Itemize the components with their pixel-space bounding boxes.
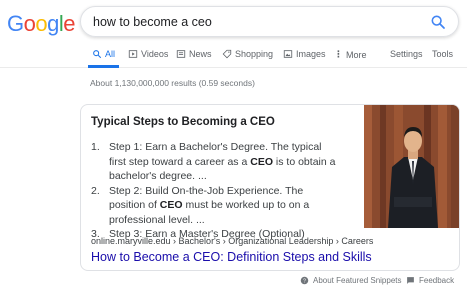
tab-label: More	[346, 49, 367, 60]
list-item: 1. Step 1: Earn a Bachelor's Degree. The…	[91, 140, 341, 184]
tab-all[interactable]: All	[92, 49, 115, 59]
logo-letter: o	[23, 11, 36, 36]
tab-shopping[interactable]: Shopping	[222, 49, 273, 59]
tab-news[interactable]: News	[176, 49, 212, 59]
step-bold: CEO	[159, 199, 183, 211]
svg-text:?: ?	[303, 278, 306, 284]
image-icon	[283, 50, 293, 58]
tab-label: Videos	[141, 49, 169, 59]
help-icon: ?	[300, 276, 309, 284]
search-icon	[93, 50, 102, 59]
settings-link[interactable]: Settings	[390, 49, 423, 59]
logo-letter: g	[47, 11, 59, 36]
snippet-photo[interactable]	[364, 105, 459, 228]
snippet-steps: 1. Step 1: Earn a Bachelor's Degree. The…	[91, 140, 341, 242]
active-tab-indicator	[88, 65, 119, 68]
feedback-link[interactable]: Feedback	[406, 276, 454, 285]
tab-label: All	[105, 49, 116, 59]
search-input[interactable]: how to become a ceo	[93, 15, 212, 29]
step-number: 2.	[91, 184, 100, 197]
logo-letter: G	[7, 11, 24, 36]
search-tabs: All Videos News Shopping Images ⋮ More S…	[0, 44, 467, 68]
step-bold: CEO	[250, 155, 273, 168]
about-featured-snippets[interactable]: ? About Featured Snippets	[300, 276, 402, 285]
featured-snippet: Typical Steps to Becoming a CEO 1. Step …	[80, 104, 460, 271]
search-icon[interactable]	[430, 14, 446, 30]
result-stats: About 1,130,000,000 results (0.59 second…	[90, 78, 255, 88]
list-item: 2. Step 2: Build On-the-Job Experience. …	[91, 184, 341, 228]
tab-label: Shopping	[235, 49, 274, 59]
video-icon	[128, 50, 138, 58]
tab-videos[interactable]: Videos	[128, 49, 168, 59]
step-number: 1.	[91, 141, 100, 153]
tab-label: News	[189, 49, 212, 59]
tools-label: Tools	[432, 49, 454, 59]
tab-images[interactable]: Images	[283, 49, 326, 59]
tab-more[interactable]: ⋮ More	[334, 49, 367, 60]
search-box[interactable]: how to become a ceo	[80, 6, 459, 37]
tools-link[interactable]: Tools	[432, 49, 453, 59]
google-logo[interactable]: Google	[7, 11, 76, 37]
tag-icon	[222, 49, 232, 59]
result-breadcrumb[interactable]: online.maryville.edu › Bachelor's › Orga…	[91, 236, 373, 246]
about-label: About Featured Snippets	[313, 276, 402, 285]
news-icon	[176, 50, 186, 58]
logo-letter: o	[35, 11, 48, 36]
result-title-link[interactable]: How to Become a CEO: Definition Steps an…	[91, 250, 372, 264]
settings-label: Settings	[390, 49, 423, 59]
logo-letter: e	[63, 11, 76, 36]
snippet-title: Typical Steps to Becoming a CEO	[91, 116, 275, 128]
feedback-label: Feedback	[419, 276, 455, 285]
feedback-icon	[407, 277, 414, 284]
tab-label: Images	[296, 49, 326, 59]
more-icon: ⋮	[334, 49, 343, 59]
